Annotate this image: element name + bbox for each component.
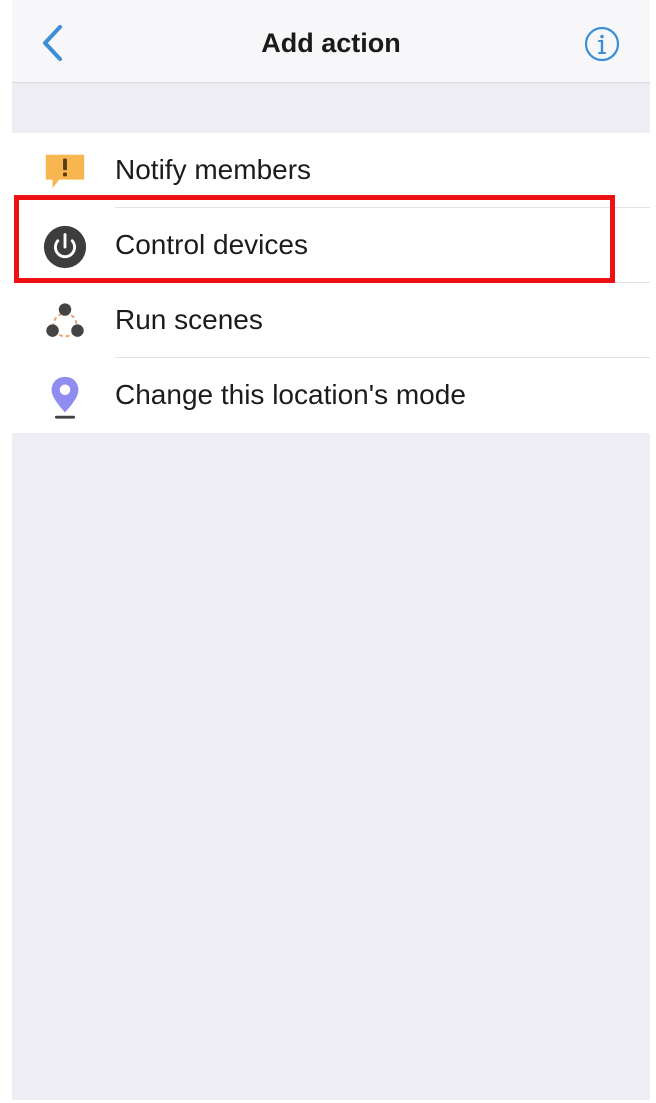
page-title: Add action [261,28,401,58]
app-screen: Add action Notify members Control device… [12,0,650,1100]
info-button[interactable] [582,24,622,64]
power-icon [42,224,88,270]
action-label: Change this location's mode [115,379,466,410]
action-change-location-mode[interactable]: Change this location's mode [12,358,650,433]
action-control-devices[interactable]: Control devices [12,208,650,283]
action-label: Control devices [115,229,308,260]
navigation-bar: Add action [12,0,650,83]
action-run-scenes[interactable]: Run scenes [12,283,650,358]
location-pin-icon [42,374,88,420]
action-list: Notify members Control devices Run scene… [12,133,650,433]
action-label: Notify members [115,154,312,185]
scenes-icon [42,299,88,345]
action-notify-members[interactable]: Notify members [12,133,650,208]
info-circle-icon [584,26,620,62]
notify-message-icon [42,149,88,195]
action-label: Run scenes [115,304,263,335]
